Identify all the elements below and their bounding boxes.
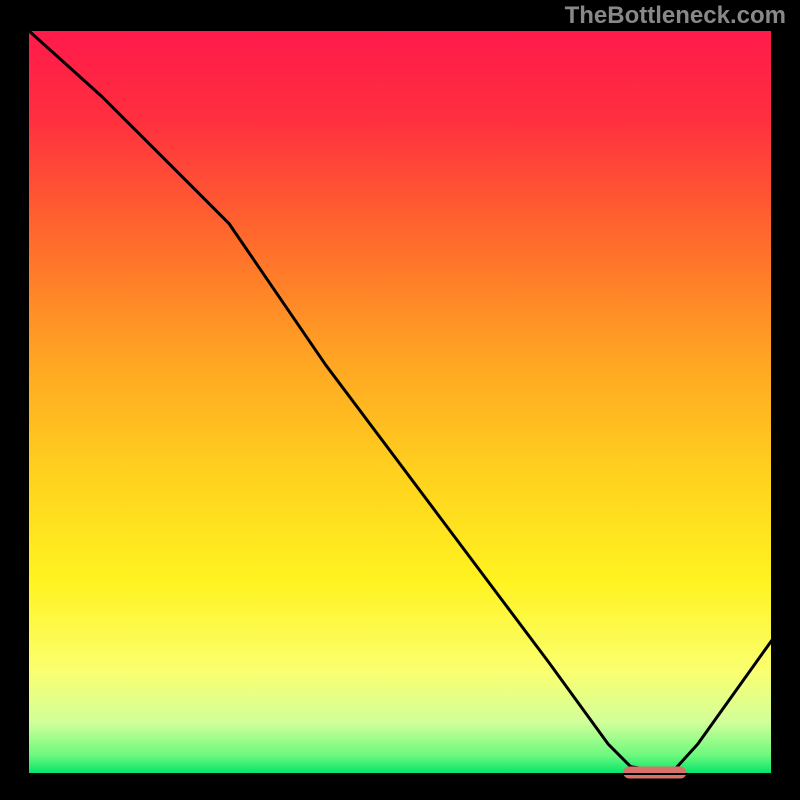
plot-background xyxy=(28,30,772,774)
bottleneck-chart xyxy=(0,0,800,800)
chart-container: TheBottleneck.com xyxy=(0,0,800,800)
optimal-range-marker xyxy=(623,767,686,779)
watermark-text: TheBottleneck.com xyxy=(565,2,786,30)
